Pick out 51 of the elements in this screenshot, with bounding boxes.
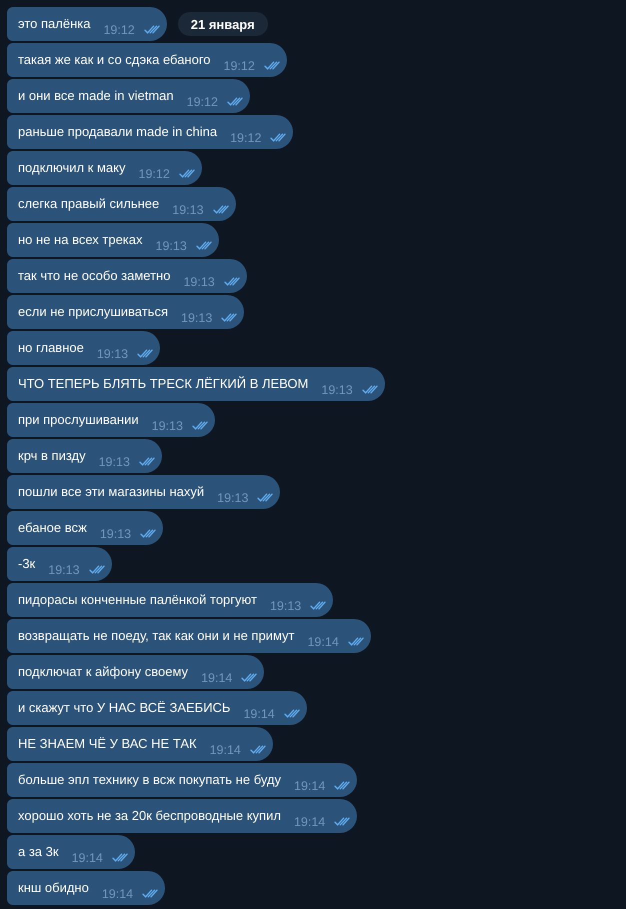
message-time: 19:14 <box>243 707 275 721</box>
message-time: 19:14 <box>102 887 134 901</box>
message-text: такая же как и со сдэка ебаного <box>18 51 211 69</box>
message-time: 19:12 <box>138 167 170 181</box>
message-time: 19:13 <box>217 491 248 505</box>
message-time: 19:14 <box>72 851 103 865</box>
message-text: но не на всех треках <box>18 231 142 249</box>
message-time: 19:14 <box>307 635 339 649</box>
message-time: 19:14 <box>210 743 241 757</box>
message-time: 19:13 <box>270 599 302 613</box>
message-time: 19:13 <box>152 419 183 433</box>
message-text: ебаное всж <box>18 519 87 537</box>
message-time: 19:12 <box>230 131 262 145</box>
message-text: но главное <box>18 339 84 357</box>
message-time: 19:12 <box>103 23 135 37</box>
message-text: так что не особо заметно <box>18 267 170 285</box>
message-text: возвращать не поеду, так как они и не примут <box>18 627 294 645</box>
date-badge: 21 января <box>178 12 268 36</box>
message-text: кнш обидно <box>18 879 89 897</box>
message-text: и скажут что У НАС ВСЁ ЗАЕБИСЬ <box>18 699 230 717</box>
message-time: 19:13 <box>98 455 130 469</box>
message-text: а за 3к <box>18 843 59 861</box>
message-time: 19:13 <box>48 563 80 577</box>
message-text: -3к <box>18 555 36 573</box>
message-time: 19:13 <box>321 383 353 397</box>
message-text: раньше продавали made in china <box>18 123 218 141</box>
message-text: НЕ ЗНАЕМ ЧЁ У ВАС НЕ ТАК <box>18 735 197 753</box>
message-text: пошли все эти магазины нахуй <box>18 483 204 501</box>
message-time: 19:13 <box>100 527 132 541</box>
message-text: пидорасы конченные палёнкой торгуют <box>18 591 257 609</box>
message-time: 19:12 <box>224 59 255 73</box>
message-time: 19:13 <box>172 203 204 217</box>
message-text: подключат к айфону своему <box>18 663 188 681</box>
message-text: больше эпл технику в всж покупать не буду <box>18 771 282 789</box>
message-time: 19:13 <box>96 347 128 361</box>
message-time: 19:14 <box>294 815 326 829</box>
message-time: 19:13 <box>181 311 212 325</box>
message-text: если не прислушиваться <box>18 303 168 321</box>
message-time: 19:14 <box>294 779 326 793</box>
message-time: 19:13 <box>183 275 215 289</box>
message-time: 19:13 <box>156 239 187 253</box>
message-time: 19:14 <box>201 671 232 685</box>
message-time: 19:12 <box>186 95 218 109</box>
message-text: и они все made in vietman <box>18 87 174 105</box>
message-text: при прослушивании <box>18 411 139 429</box>
message-text: это палёнка <box>18 15 90 33</box>
message-text: ЧТО ТЕПЕРЬ БЛЯТЬ ТРЕСК ЛЁГКИЙ В ЛЕВОМ <box>18 375 308 393</box>
message-text: подключил к маку <box>18 159 126 177</box>
message-text: слегка правый сильнее <box>18 195 160 213</box>
message-text: крч в пизду <box>18 447 86 465</box>
message-text: хорошо хоть не за 20к беспроводные купил <box>18 807 281 825</box>
